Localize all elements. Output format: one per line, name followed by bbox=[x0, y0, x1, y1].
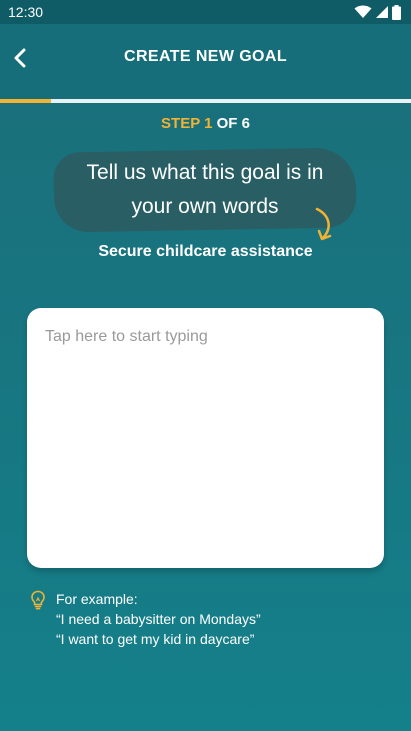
step-indicator: STEP 1 OF 6 bbox=[0, 115, 411, 132]
signal-icon bbox=[376, 6, 388, 18]
goal-description-input[interactable] bbox=[27, 308, 384, 568]
page-title: CREATE NEW GOAL bbox=[123, 48, 288, 65]
tip-example-1: “I need a babysitter on Mondays” bbox=[56, 611, 261, 627]
progress-fill bbox=[0, 99, 52, 103]
curved-arrow-icon bbox=[315, 207, 332, 241]
progress-track bbox=[0, 99, 411, 103]
prompt-text: Tell us what this goal is in your own wo… bbox=[54, 156, 356, 224]
app-header: CREATE NEW GOAL bbox=[0, 24, 411, 100]
battery-icon bbox=[392, 4, 401, 20]
status-time: 12:30 bbox=[8, 4, 44, 20]
step-total: OF 6 bbox=[216, 115, 250, 132]
tip-heading: For example: bbox=[56, 591, 138, 607]
prompt-line-2: your own words bbox=[131, 195, 279, 218]
chevron-left-icon bbox=[14, 48, 26, 68]
status-icons bbox=[354, 4, 401, 20]
wifi-icon bbox=[354, 5, 372, 18]
tip-example-2: “I want to get my kid in daycare” bbox=[56, 631, 255, 647]
goal-name: Secure childcare assistance bbox=[98, 243, 313, 260]
example-tip: For example: “I need a babysitter on Mon… bbox=[56, 589, 261, 649]
back-button[interactable] bbox=[6, 42, 34, 74]
prompt-line-1: Tell us what this goal is in bbox=[86, 161, 324, 184]
lightbulb-icon bbox=[31, 590, 45, 610]
status-bar: 12:30 bbox=[0, 0, 411, 24]
step-current: STEP 1 bbox=[161, 115, 213, 132]
